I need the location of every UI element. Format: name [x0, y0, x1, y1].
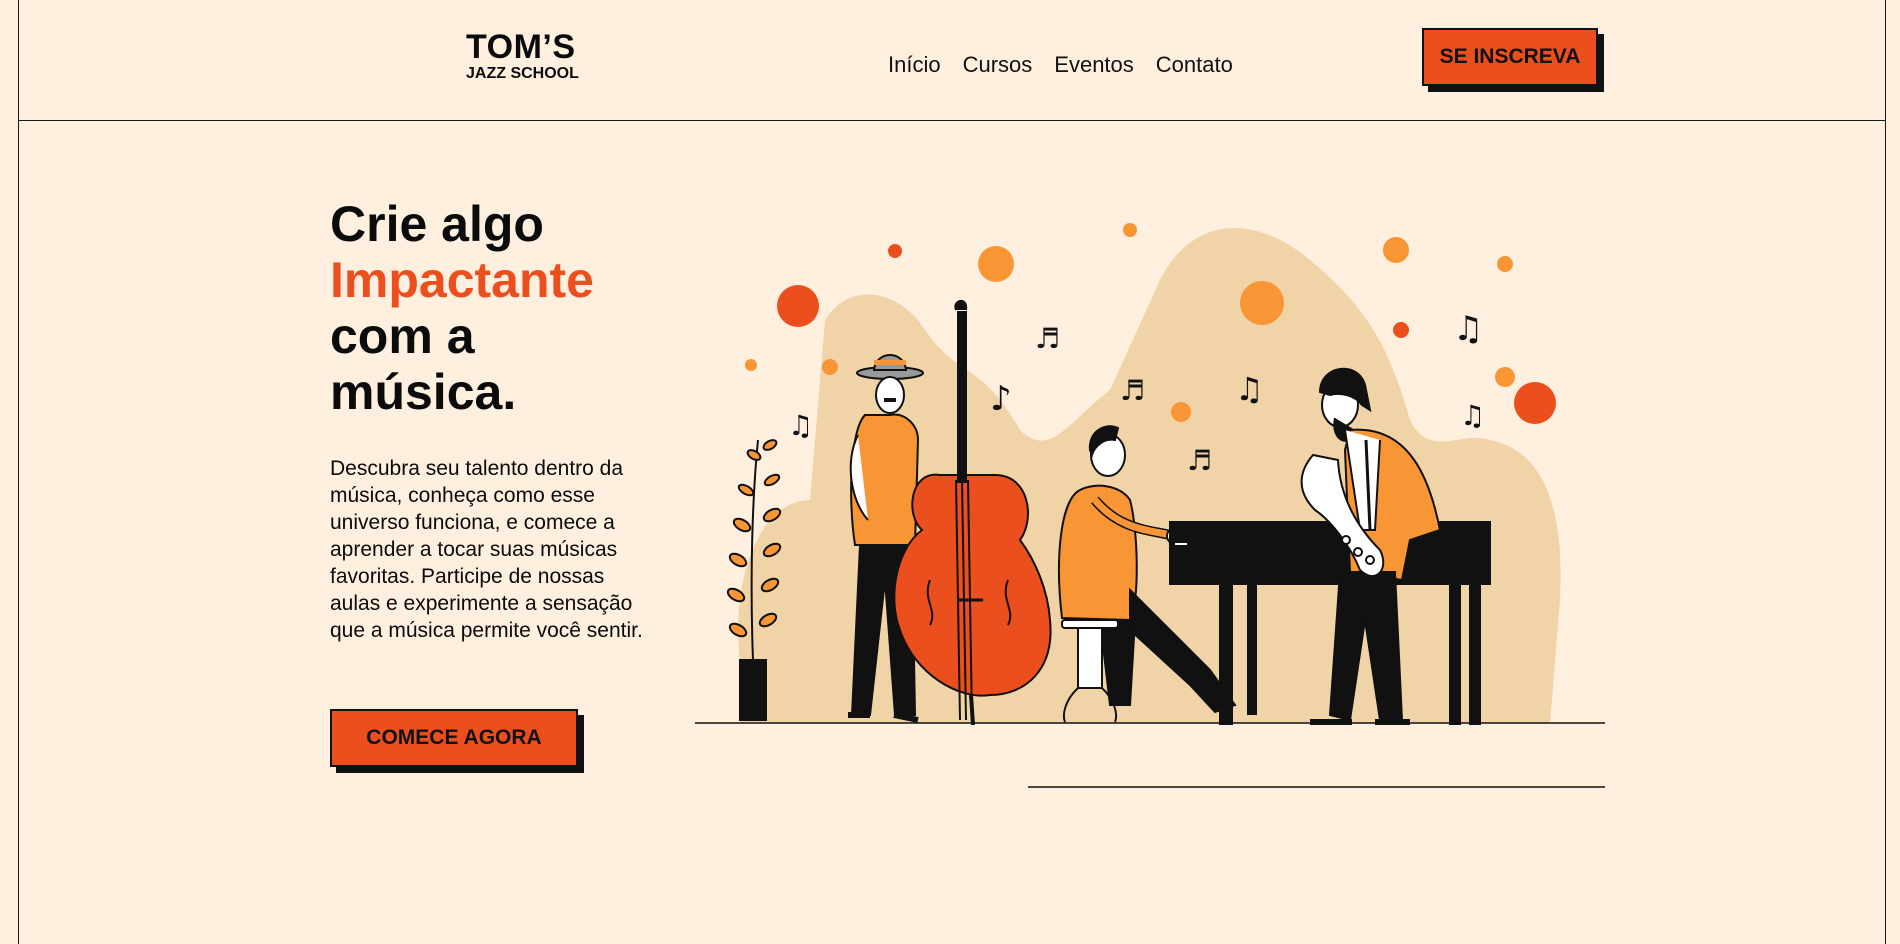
hero-title-line3: com a — [330, 308, 475, 364]
site-header: TOM’S JAZZ SCHOOL Início Cursos Eventos … — [18, 0, 1886, 121]
nav-link-cursos[interactable]: Cursos — [963, 52, 1033, 78]
hero-title: Crie algo Impactante com a música. — [330, 196, 594, 420]
svg-text:♬: ♬ — [1187, 444, 1212, 477]
hero-description: Descubra seu talento dentro da música, c… — [330, 457, 643, 642]
start-now-button[interactable]: COMECE AGORA — [330, 709, 578, 767]
page-frame-right — [1885, 0, 1886, 944]
hero-title-line1: Crie algo — [330, 196, 544, 252]
logo[interactable]: TOM’S JAZZ SCHOOL — [466, 30, 579, 82]
svg-text:♬: ♬ — [1120, 374, 1145, 407]
subscribe-button[interactable]: SE INSCREVA — [1422, 28, 1598, 86]
logo-main: TOM’S — [466, 28, 576, 66]
page-frame-left — [18, 0, 19, 944]
main-nav: Início Cursos Eventos Contato — [888, 52, 1233, 78]
logo-sub: JAZZ SCHOOL — [466, 65, 579, 82]
svg-text:♪: ♪ — [990, 379, 1012, 419]
svg-text:♫: ♫ — [788, 409, 813, 442]
hero-title-accent: Impactante — [330, 252, 594, 308]
svg-text:♫: ♫ — [1235, 370, 1264, 408]
svg-text:♫: ♫ — [1453, 309, 1483, 349]
svg-text:♫: ♫ — [1460, 399, 1485, 432]
hero-title-line4: música. — [330, 364, 517, 420]
nav-link-contato[interactable]: Contato — [1156, 52, 1233, 78]
jazz-band-illustration: ♫ ♬ ♪ ♬ ♫ ♬ ♫ ♫ — [695, 223, 1605, 788]
nav-link-inicio[interactable]: Início — [888, 52, 941, 78]
nav-link-eventos[interactable]: Eventos — [1054, 52, 1134, 78]
svg-text:♬: ♬ — [1035, 322, 1060, 355]
